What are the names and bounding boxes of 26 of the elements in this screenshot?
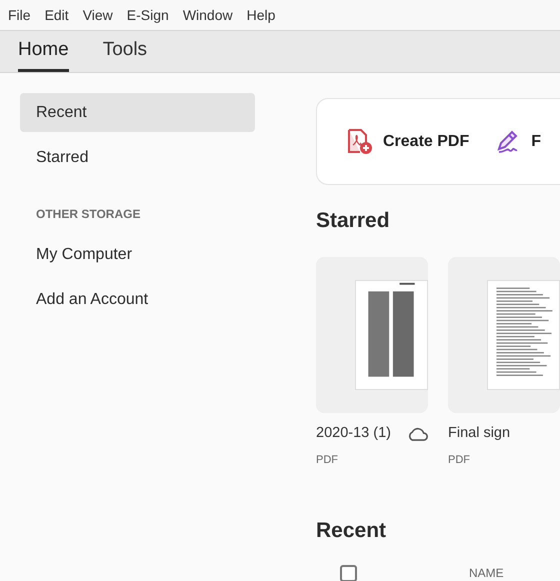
sidebar-item[interactable]: Starred	[20, 138, 255, 177]
menu-item[interactable]: View	[82, 4, 120, 26]
tab[interactable]: Tools	[102, 31, 148, 72]
file-type: PDF	[448, 452, 470, 468]
tool-button[interactable]: F	[495, 128, 542, 154]
file-type: PDF	[316, 452, 338, 468]
select-all-checkbox[interactable]	[340, 564, 357, 581]
section-title: Recent	[316, 518, 386, 544]
pdf-add-icon	[347, 128, 375, 154]
menu-item[interactable]: E-Sign	[126, 4, 176, 26]
sidebar-item[interactable]: Add an Account	[20, 280, 255, 319]
sidebar-item[interactable]: My Computer	[20, 235, 255, 274]
section-heading: OTHER STORAGE	[35, 206, 142, 223]
section-title: Starred	[316, 208, 390, 234]
menu-item[interactable]: Window	[182, 4, 240, 26]
menu-item[interactable]: Edit	[44, 4, 76, 26]
file-name[interactable]: 2020-13 (1)	[316, 422, 391, 444]
file-thumbnail-card[interactable]	[316, 256, 428, 412]
file-name[interactable]: Final sign	[448, 422, 510, 444]
tool-button[interactable]: Create PDF	[347, 128, 470, 154]
file-thumbnail-card[interactable]	[448, 256, 560, 412]
sidebar-item[interactable]: Recent	[20, 93, 255, 132]
menu-item[interactable]: File	[8, 4, 38, 26]
tab[interactable]: Home	[18, 31, 69, 72]
column-header[interactable]: NAME	[469, 564, 504, 581]
menu-item[interactable]: Help	[246, 4, 282, 26]
